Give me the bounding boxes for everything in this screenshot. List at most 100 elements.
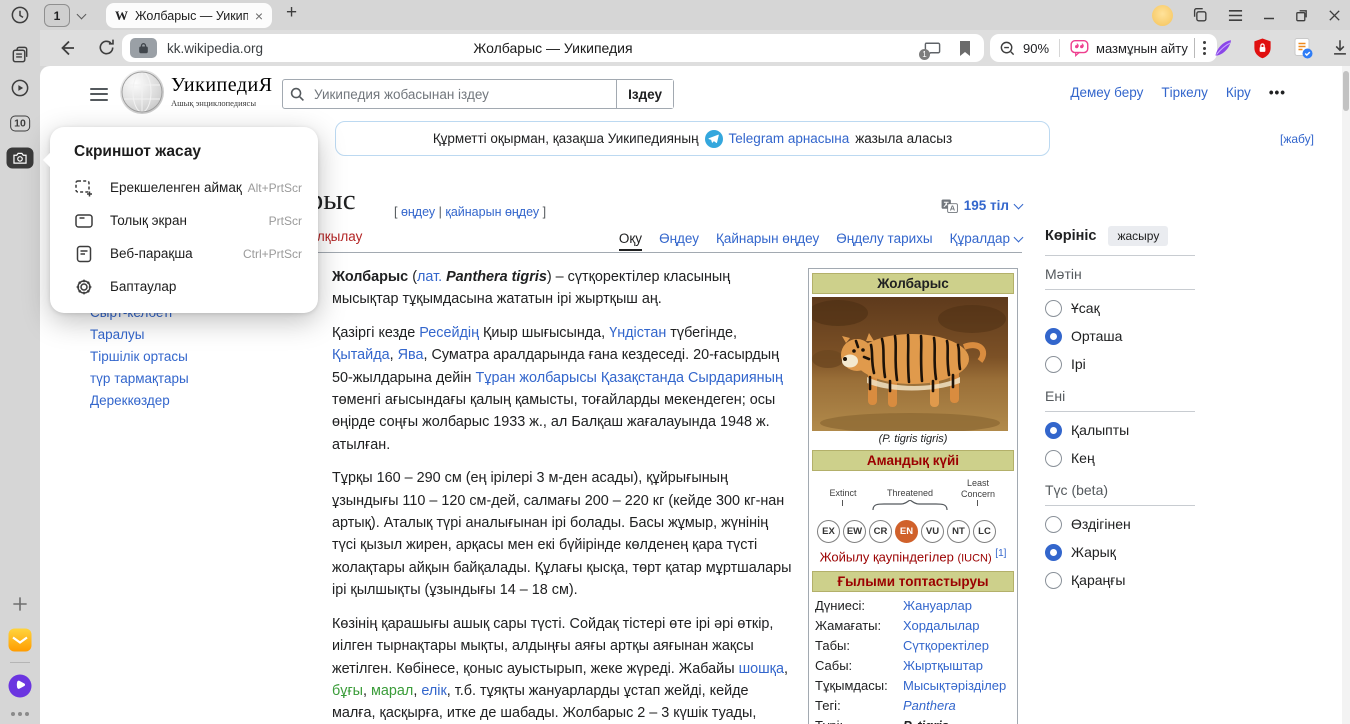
menu-item-settings[interactable]: Баптаулар — [50, 270, 318, 303]
label-threatened: Threatened — [870, 488, 950, 498]
tile-windows-icon[interactable] — [1191, 6, 1209, 24]
table-of-contents: Сырт-келбеті Таралуы Тіршілік ортасы түр… — [90, 302, 189, 412]
reload-icon[interactable] — [96, 37, 117, 58]
alice-assistant-icon[interactable] — [9, 675, 32, 698]
menu-item-capture-area[interactable]: Ерекшеленген аймақ Alt+PrtScr — [50, 171, 318, 204]
video-player-icon[interactable] — [10, 78, 31, 99]
status-NT[interactable]: NT — [947, 520, 970, 543]
zoom-out-icon[interactable] — [999, 40, 1016, 57]
user-more-menu[interactable]: ••• — [1269, 85, 1286, 100]
tab-edit-source[interactable]: Қайнарын өңдеу — [716, 231, 819, 251]
view-tabs: Оқу Өңдеу Қайнарын өңдеу Өңделу тарихы Қ… — [619, 226, 1022, 251]
translate-doc-icon[interactable] — [1292, 37, 1314, 60]
classification-header: Ғылыми топтастыруы — [812, 571, 1014, 592]
status-ref[interactable]: [1] — [995, 548, 1006, 559]
wikipedia-favicon: W — [115, 8, 128, 24]
wiki-menu-icon[interactable] — [90, 84, 108, 104]
radio-text-large[interactable]: Ірі — [1045, 350, 1195, 378]
toc-item[interactable]: Таралуы — [90, 324, 189, 346]
table-row: Жамағаты: Хордалылар — [812, 615, 1014, 635]
chevron-down-icon[interactable] — [77, 9, 87, 19]
search-input[interactable] — [312, 86, 616, 103]
search-box: Іздеу — [282, 79, 674, 109]
read-aloud-icon[interactable] — [1070, 39, 1089, 57]
screenshot-menu-title: Скриншот жасау — [50, 141, 318, 171]
language-icon: A — [941, 199, 958, 213]
status-EX[interactable]: EX — [817, 520, 840, 543]
back-icon[interactable] — [56, 37, 78, 59]
new-tab-button[interactable]: + — [286, 2, 297, 24]
tabs-divider — [228, 252, 1022, 253]
radio-text-medium[interactable]: Орташа — [1045, 322, 1195, 350]
bookmark-icon[interactable] — [958, 40, 972, 57]
pill-more-icon[interactable] — [1201, 41, 1208, 55]
login-link[interactable]: Кіру — [1226, 85, 1251, 100]
paragraph: Көзінің қарашығы ашық сары түсті. Сойдақ… — [332, 613, 796, 724]
tiger-image[interactable] — [812, 297, 1008, 431]
radio-color-auto[interactable]: Өздігінен — [1045, 510, 1195, 538]
editor-feather-icon[interactable] — [1212, 37, 1234, 59]
tab-counter[interactable]: 1 — [44, 4, 85, 27]
tab-count-label: 10 — [10, 116, 30, 132]
tab-edit[interactable]: Өңдеу — [659, 231, 699, 251]
banner-close-link[interactable]: [жабу] — [1280, 132, 1314, 146]
telegram-channel-link[interactable]: Telegram арнасына — [729, 131, 850, 146]
screenshot-tool-icon[interactable] — [7, 148, 34, 169]
tools-menu[interactable]: Құралдар — [950, 231, 1022, 251]
pill-divider — [1059, 39, 1060, 57]
appearance-panel: Көрініс жасыру Мәтін Ұсақ Орташа Ірі Ені… — [1045, 226, 1195, 594]
tab-close-icon[interactable]: × — [255, 8, 263, 24]
status-link[interactable]: Жойылу қаупіндегілер — [820, 549, 954, 564]
minimize-icon[interactable] — [1262, 8, 1276, 22]
sidebar-add-icon[interactable] — [11, 595, 30, 614]
radio-text-small[interactable]: Ұсақ — [1045, 294, 1195, 322]
status-EN[interactable]: EN — [895, 520, 918, 543]
radio-width-standard[interactable]: Қалыпты — [1045, 416, 1195, 444]
status-link-row: Жойылу қаупіндегілер (IUCN) [1] — [812, 548, 1014, 564]
browser-tab-active[interactable]: W Жолбарыс — Уикипеди × — [106, 3, 272, 28]
tab-count-badge[interactable]: 10 — [10, 115, 30, 132]
status-LC[interactable]: LC — [973, 520, 996, 543]
url-domain[interactable]: kk.wikipedia.org — [167, 41, 263, 56]
sidebar-more-icon[interactable] — [11, 712, 29, 716]
zoom-level[interactable]: 90% — [1023, 41, 1049, 56]
hide-button[interactable]: жасыру — [1108, 226, 1168, 246]
toc-item[interactable]: түр тармақтары — [90, 368, 189, 390]
read-aloud-label[interactable]: мазмұнын айту — [1096, 41, 1188, 56]
title-edit-links[interactable]: [ өңдеу | қайнарын өңдеу ] — [394, 205, 546, 219]
tab-read[interactable]: Оқу — [619, 231, 642, 251]
register-link[interactable]: Тіркелу — [1161, 85, 1208, 100]
close-window-icon[interactable] — [1327, 8, 1342, 23]
scrollbar[interactable] — [1342, 66, 1350, 724]
language-selector[interactable]: A 195 тіл — [941, 198, 1022, 213]
toc-item[interactable]: Тіршілік ортасы — [90, 346, 189, 368]
wikipedia-globe-logo[interactable] — [120, 70, 164, 114]
menu-item-web-page[interactable]: Веб-парақша Ctrl+PrtScr — [50, 237, 318, 270]
download-icon[interactable] — [1330, 37, 1350, 58]
status-VU[interactable]: VU — [921, 520, 944, 543]
status-CR[interactable]: CR — [869, 520, 892, 543]
search-button[interactable]: Іздеу — [616, 80, 673, 108]
address-bar[interactable]: kk.wikipedia.org Жолбарыс — Уикипедия 1 — [122, 34, 984, 62]
history-icon[interactable] — [10, 5, 31, 26]
maximize-icon[interactable] — [1294, 8, 1309, 23]
scrollbar-thumb[interactable] — [1343, 71, 1349, 111]
radio-color-light[interactable]: Жарық — [1045, 538, 1195, 566]
appearance-title: Көрініс — [1045, 228, 1096, 244]
tabs-panel-icon[interactable] — [10, 45, 31, 66]
wikipedia-wordmark[interactable]: УикипедиЯ Ашық энциклопедиясы — [171, 74, 273, 108]
donate-link[interactable]: Демеу беру — [1070, 85, 1143, 100]
radio-color-dark[interactable]: Қараңғы — [1045, 566, 1195, 594]
toc-item[interactable]: Дереккөздер — [90, 390, 189, 412]
share-icon[interactable]: 1 — [923, 39, 942, 57]
radio-width-wide[interactable]: Кең — [1045, 444, 1195, 472]
tab-history[interactable]: Өңделу тарихы — [836, 231, 932, 251]
taxobox: Жолбарыс — [808, 268, 1018, 724]
status-EW[interactable]: EW — [843, 520, 866, 543]
profile-avatar[interactable] — [1152, 5, 1173, 26]
mail-icon[interactable] — [9, 629, 32, 652]
menu-item-full-screen[interactable]: Толық экран PrtScr — [50, 204, 318, 237]
table-row: Сабы: Жыртқыштар — [812, 655, 1014, 675]
protect-shield-icon[interactable] — [1252, 37, 1273, 59]
browser-menu-icon[interactable] — [1227, 8, 1244, 23]
